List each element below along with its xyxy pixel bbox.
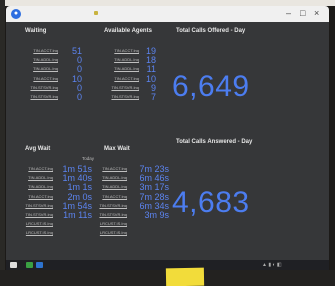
queue-label: TIN.ADDL.Inq <box>33 66 58 72</box>
table-row: LRCUST.IS.Inq <box>98 220 171 229</box>
table-row: TIN.ACCT.Inq 10 <box>96 74 168 84</box>
table-row: TIN.STSVR.Inq 1m 11s <box>6 209 98 220</box>
calls-answered-title: Total Calls Answered - Day <box>176 139 253 145</box>
window-titlebar: ● – □ × <box>6 6 329 22</box>
queue-label: TIN.ADDL.Inq <box>28 175 53 181</box>
queue-label: TIN.STSVR.Inq <box>99 211 127 217</box>
queue-label: TIN.STSVR.Inq <box>111 93 139 99</box>
max-wait-title: Max Wait <box>104 146 130 152</box>
queue-label: TIN.STSVR.Inq <box>30 84 58 90</box>
queue-label: TIN.ADDL.Inq <box>28 184 53 190</box>
queue-label: LRCUST.IS.Inq <box>25 221 53 227</box>
queue-label: TIN.ADDL.Inq <box>102 184 127 190</box>
waiting-value: 0 <box>76 91 82 102</box>
available-agents-title: Available Agents <box>104 28 152 34</box>
monitor-bezel-left <box>0 0 5 286</box>
max-wait-value: 3m 9s <box>144 209 169 220</box>
taskbar-app-icon[interactable] <box>26 262 33 268</box>
sticky-note <box>165 267 205 286</box>
queue-label: LRCUST.IS.Inq <box>99 230 127 236</box>
dashboard: Waiting TIN.ACCT.Inq 51 TIN.ADDL.Inq 0 TIN… <box>6 22 329 260</box>
avg-wait-title: Avg Wait <box>25 146 51 152</box>
table-row: TIN.STSVR.Inq 9 <box>96 83 168 93</box>
table-row: TIN.ACCT.Inq 51 <box>6 46 96 56</box>
queue-label: TIN.ACCT.Inq <box>102 166 127 171</box>
avg-wait-value: 1m 11s <box>63 209 92 220</box>
waiting-title: Waiting <box>25 28 47 34</box>
calls-offered-value: 6,649 <box>172 70 250 103</box>
system-tray-icon[interactable]: ▲ ▮ ◐ ◧ <box>262 262 282 268</box>
table-row: TIN.ADDL.Inq 18 <box>96 55 168 65</box>
close-button[interactable]: × <box>314 7 319 19</box>
queue-label: TIN.ACCT.Inq <box>114 75 139 81</box>
table-row: TIN.STSVR.Inq 0 <box>6 83 96 93</box>
available-agents-rows: TIN.ACCT.Inq 19 TIN.ADDL.Inq 18 TIN.ADDL.I… <box>96 46 168 102</box>
queue-label: TIN.STSVR.Inq <box>25 202 53 208</box>
table-row: TIN.ACCT.Inq 19 <box>96 46 168 56</box>
table-row: TIN.ACCT.Inq 10 <box>6 74 96 84</box>
calls-answered-value: 4,683 <box>172 186 250 219</box>
queue-label: TIN.ACCT.Inq <box>114 48 139 53</box>
minimize-button[interactable]: – <box>286 7 291 19</box>
queue-label: LRCUST.IS.Inq <box>25 230 53 236</box>
maximize-button[interactable]: □ <box>300 7 305 19</box>
agents-value: 7 <box>150 91 156 102</box>
start-button[interactable] <box>10 262 17 268</box>
table-row: TIN.ADDL.Inq 11 <box>96 64 168 74</box>
monitor-screen: ● – □ × Waiting TIN.ACCT.Inq 51 TIN.ADDL.… <box>6 6 329 270</box>
table-row: TIN.ADDL.Inq 0 <box>6 64 96 74</box>
max-wait-rows: TIN.ACCT.Inq 7m 23s TIN.ADDL.Inq 6m 46s TI… <box>98 164 171 239</box>
queue-label: TIN.STSVR.Inq <box>99 202 127 208</box>
app-logo-icon: ● <box>11 9 21 19</box>
table-row: TIN.STSVR.Inq 0 <box>6 91 96 102</box>
table-row: LRCUST.IS.Inq <box>6 220 98 229</box>
queue-label: LRCUST.IS.Inq <box>99 221 127 227</box>
queue-label: TIN.ADDL.Inq <box>102 175 127 181</box>
table-row: TIN.STSVR.Inq 3m 9s <box>98 209 171 220</box>
table-row: LRCUST.IS.Inq <box>98 229 171 238</box>
table-row: TIN.STSVR.Inq 7 <box>96 91 168 102</box>
table-row: LRCUST.IS.Inq <box>6 229 98 238</box>
queue-label: TIN.ACCT.Inq <box>28 193 53 199</box>
queue-label: TIN.ADDL.Inq <box>114 66 139 72</box>
calls-offered-title: Total Calls Offered - Day <box>176 28 246 34</box>
table-row: TIN.ADDL.Inq 0 <box>6 55 96 65</box>
tab-indicator-icon[interactable] <box>94 11 98 15</box>
queue-label: TIN.ACCT.Inq <box>33 48 58 53</box>
queue-label: TIN.ACCT.Inq <box>33 75 58 81</box>
queue-label: TIN.STSVR.Inq <box>30 93 58 99</box>
queue-label: TIN.STSVR.Inq <box>25 211 53 217</box>
queue-label: TIN.ADDL.Inq <box>114 57 139 63</box>
avg-wait-subheader: Today <box>82 156 95 161</box>
waiting-rows: TIN.ACCT.Inq 51 TIN.ADDL.Inq 0 TIN.ADDL.In… <box>6 46 96 102</box>
taskbar-app-icon[interactable] <box>36 262 43 268</box>
queue-label: TIN.ACCT.Inq <box>28 166 53 171</box>
queue-label: TIN.STSVR.Inq <box>111 84 139 90</box>
queue-label: TIN.ACCT.Inq <box>102 193 127 199</box>
queue-label: TIN.ADDL.Inq <box>33 57 58 63</box>
avg-wait-rows: TIN.ACCT.Inq 1m 51s TIN.ADDL.Inq 1m 40s TI… <box>6 164 98 239</box>
